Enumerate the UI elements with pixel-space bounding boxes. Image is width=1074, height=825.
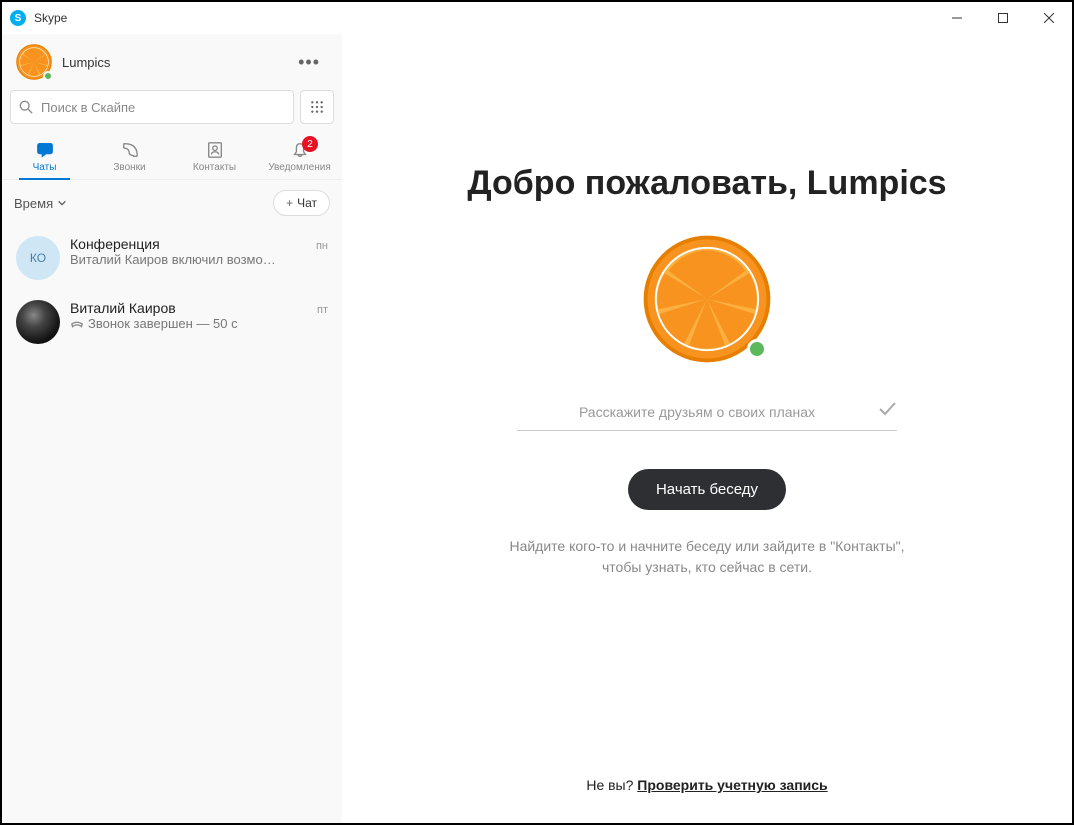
close-button[interactable] <box>1026 2 1072 34</box>
chat-item-title: Конференция <box>70 236 160 252</box>
chat-item-preview: Виталий Каиров включил возмо… <box>70 252 328 267</box>
search-box[interactable] <box>10 90 294 124</box>
titlebar: S Skype <box>2 2 1072 34</box>
chat-item[interactable]: КО Конференция пн Виталий Каиров включил… <box>2 226 342 290</box>
confirm-mood-button[interactable] <box>877 399 897 424</box>
chat-list: КО Конференция пн Виталий Каиров включил… <box>2 226 342 823</box>
plus-icon: + <box>286 196 293 210</box>
nav-tabs: Чаты Звонки Контакты Уведомления 2 <box>2 132 342 180</box>
tab-calls-label: Звонки <box>113 162 145 173</box>
main-content: Добро пожаловать, Lumpics Начать беседу … <box>342 34 1072 823</box>
chat-item-time: пт <box>317 304 328 316</box>
avatar[interactable] <box>16 44 52 80</box>
chat-avatar-photo <box>16 300 60 344</box>
new-chat-label: Чат <box>297 196 317 210</box>
helper-text: Найдите кого-то и начните беседу или зай… <box>497 536 917 578</box>
search-input[interactable] <box>41 100 285 115</box>
search-icon <box>19 100 33 114</box>
time-filter-dropdown[interactable]: Время <box>14 196 67 211</box>
notification-badge: 2 <box>302 136 318 152</box>
mood-input[interactable] <box>517 404 877 420</box>
chat-item-title: Виталий Каиров <box>70 300 176 316</box>
chevron-down-icon <box>57 198 67 208</box>
tab-contacts[interactable]: Контакты <box>172 132 257 179</box>
skype-logo-icon: S <box>10 10 26 26</box>
contacts-icon <box>206 140 224 160</box>
dialpad-button[interactable] <box>300 90 334 124</box>
new-chat-button[interactable]: + Чат <box>273 190 330 216</box>
tab-contacts-label: Контакты <box>193 162 236 173</box>
dialpad-icon <box>310 100 324 114</box>
chat-avatar-initials: КО <box>16 236 60 280</box>
window-title: Skype <box>34 11 67 25</box>
tab-chats-label: Чаты <box>33 162 57 173</box>
presence-online-icon <box>747 339 767 359</box>
tab-calls[interactable]: Звонки <box>87 132 172 179</box>
profile-avatar-large[interactable] <box>643 235 771 363</box>
profile-header[interactable]: Lumpics ••• <box>2 34 342 90</box>
chat-item-time: пн <box>316 240 328 252</box>
time-filter-label: Время <box>14 196 53 211</box>
tab-chats[interactable]: Чаты <box>2 132 87 179</box>
maximize-button[interactable] <box>980 2 1026 34</box>
welcome-heading: Добро пожаловать, Lumpics <box>467 164 946 203</box>
phone-icon <box>121 140 139 160</box>
check-account-link[interactable]: Проверить учетную запись <box>637 777 827 793</box>
mood-message-row <box>517 393 897 431</box>
start-conversation-button[interactable]: Начать беседу <box>628 469 786 510</box>
call-ended-icon <box>70 317 84 331</box>
chat-item[interactable]: Виталий Каиров пт Звонок завершен — 50 с <box>2 290 342 354</box>
chat-item-preview: Звонок завершен — 50 с <box>70 316 328 331</box>
tab-notifications[interactable]: Уведомления 2 <box>257 132 342 179</box>
minimize-button[interactable] <box>934 2 980 34</box>
tab-notifications-label: Уведомления <box>268 162 331 173</box>
presence-online-icon <box>43 71 53 81</box>
sidebar: Lumpics ••• Ч <box>2 34 342 823</box>
not-you-label: Не вы? <box>586 777 633 793</box>
chat-icon <box>36 140 54 160</box>
profile-name: Lumpics <box>62 55 110 70</box>
not-you-row: Не вы? Проверить учетную запись <box>586 777 827 803</box>
more-menu-button[interactable]: ••• <box>290 48 328 77</box>
